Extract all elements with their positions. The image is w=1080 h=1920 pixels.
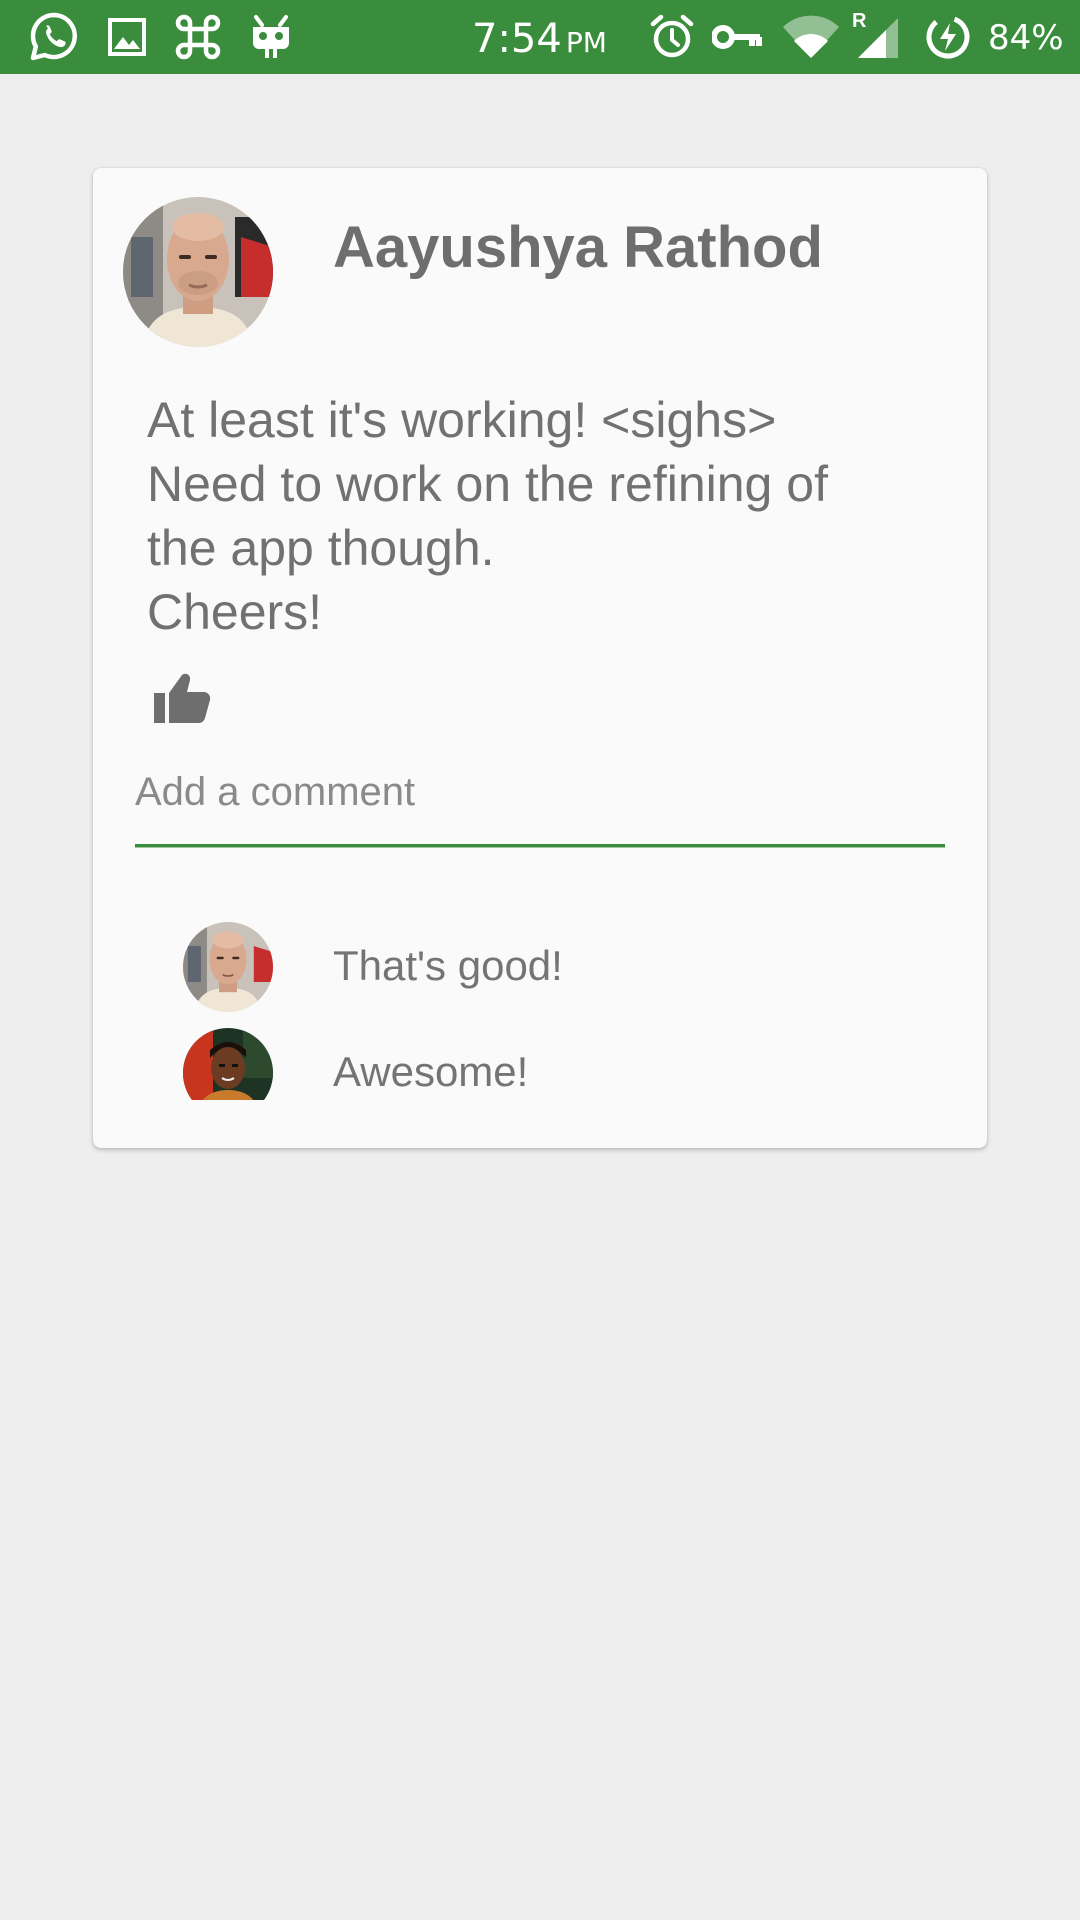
- gallery-icon: [104, 11, 150, 63]
- comment-item: That's good!: [93, 920, 987, 1016]
- author-avatar[interactable]: [123, 197, 273, 347]
- comment-input[interactable]: [135, 764, 945, 820]
- comments-list: That's good! Awesome!: [93, 920, 987, 1100]
- cyanogen-icon: [248, 11, 294, 63]
- vpn-key-icon: [712, 11, 762, 63]
- thumbs-up-icon: [154, 673, 211, 723]
- post-body-line: Cheers!: [147, 584, 323, 640]
- post-body: At least it's working! <sighs> Need to w…: [147, 388, 947, 644]
- status-bar: 7:54 PM R 84%: [0, 0, 1080, 74]
- comment-text: Awesome!: [333, 1048, 529, 1095]
- comment-item: Awesome!: [93, 1026, 987, 1100]
- like-button[interactable]: [151, 670, 213, 726]
- clock-time: 7:54: [472, 16, 562, 62]
- comment-avatar[interactable]: [183, 1028, 273, 1100]
- command-icon: [170, 11, 226, 63]
- author-name[interactable]: Aayushya Rathod: [333, 210, 823, 286]
- clock-ampm: PM: [565, 26, 607, 59]
- post-body-line: Need to work on the refining of: [147, 456, 828, 512]
- whatsapp-icon: [26, 11, 82, 63]
- post-card: Aayushya Rathod At least it's working! <…: [93, 168, 987, 1148]
- comment-input-underline: [135, 844, 945, 848]
- roaming-signal-icon: R: [852, 11, 902, 63]
- battery-charging-icon: [924, 11, 972, 63]
- alarm-icon: [648, 11, 696, 63]
- comment-avatar[interactable]: [183, 922, 273, 1012]
- post-body-line: the app though.: [147, 520, 495, 576]
- clock: 7:54 PM: [472, 14, 607, 64]
- comment-text: That's good!: [333, 942, 563, 989]
- roaming-indicator: R: [852, 10, 867, 32]
- battery-percent: 84%: [988, 18, 1064, 58]
- post-body-line: At least it's working! <sighs>: [147, 392, 777, 448]
- wifi-icon: [782, 11, 840, 63]
